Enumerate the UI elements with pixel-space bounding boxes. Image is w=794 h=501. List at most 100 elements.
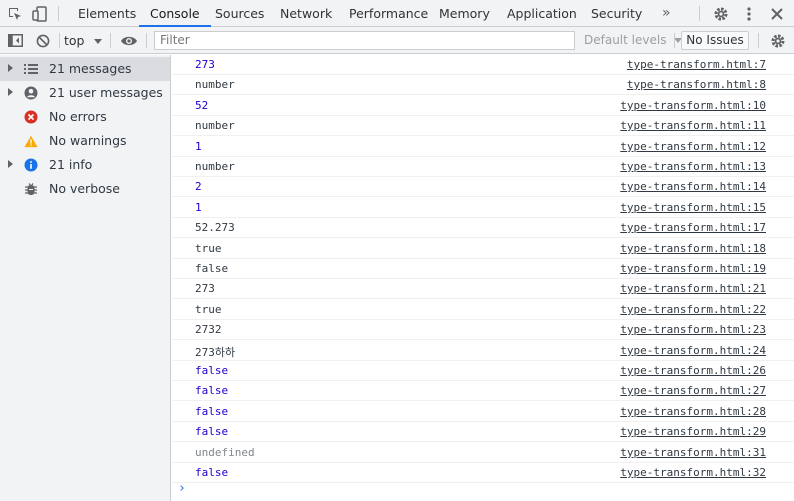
console-sidebar: 21 messages 21 user messages No errors N…	[0, 55, 171, 501]
console-message-row: 2 type-transform.html:14	[172, 177, 794, 197]
tab-sources[interactable]: Sources	[215, 0, 264, 27]
source-link[interactable]: type-transform.html:23	[620, 323, 766, 336]
console-message-row: number type-transform.html:13	[172, 157, 794, 177]
source-link[interactable]: type-transform.html:24	[620, 344, 766, 357]
source-link[interactable]: type-transform.html:17	[620, 221, 766, 234]
source-link[interactable]: type-transform.html:21	[620, 282, 766, 295]
console-message-text: number	[195, 78, 235, 91]
sidebar-item-info[interactable]: 21 info	[0, 153, 170, 177]
sidebar-item-messages[interactable]: 21 messages	[0, 57, 170, 81]
console-message-row: false type-transform.html:28	[172, 402, 794, 422]
source-link[interactable]: type-transform.html:19	[620, 262, 766, 275]
devtools-tab-bar: Elements Console Sources Network Perform…	[0, 0, 794, 27]
console-toolbar: top Filter Default levels No Issues	[0, 27, 794, 54]
warning-icon	[24, 134, 38, 148]
issues-button[interactable]: No Issues	[681, 31, 749, 50]
toolbar-divider	[146, 33, 147, 48]
source-link[interactable]: type-transform.html:12	[620, 140, 766, 153]
chevron-down-icon	[94, 39, 103, 44]
console-message-text: 1	[195, 140, 202, 153]
console-message-text: false	[195, 405, 229, 418]
source-link[interactable]: type-transform.html:14	[620, 180, 766, 193]
console-message-row: true type-transform.html:18	[172, 239, 794, 259]
source-link[interactable]: type-transform.html:8	[627, 78, 766, 91]
source-link[interactable]: type-transform.html:22	[620, 303, 766, 316]
source-link[interactable]: type-transform.html:11	[620, 119, 766, 132]
source-link[interactable]: type-transform.html:27	[620, 384, 766, 397]
toolbar-divider	[674, 33, 675, 48]
toolbar-divider	[699, 6, 700, 21]
filter-input[interactable]: Filter	[154, 31, 575, 50]
tab-application[interactable]: Application	[507, 0, 577, 27]
source-link[interactable]: type-transform.html:26	[620, 364, 766, 377]
console-message-row: number type-transform.html:11	[172, 116, 794, 136]
settings-gear-icon[interactable]	[712, 0, 730, 27]
default-levels-label: Default levels	[584, 33, 667, 47]
source-link[interactable]: type-transform.html:10	[620, 99, 766, 112]
source-link[interactable]: type-transform.html:32	[620, 466, 766, 479]
more-tabs-button[interactable]: »	[662, 0, 671, 27]
console-message-row: false type-transform.html:29	[172, 422, 794, 442]
expand-arrow-icon[interactable]	[8, 160, 13, 168]
console-message-row: 2732 type-transform.html:23	[172, 320, 794, 340]
live-expression-eye-icon[interactable]	[118, 27, 140, 54]
console-message-row: false type-transform.html:27	[172, 381, 794, 401]
expand-arrow-icon[interactable]	[8, 64, 13, 72]
tab-performance[interactable]: Performance	[349, 0, 428, 27]
sidebar-item-label: 21 messages	[49, 61, 132, 76]
info-icon	[24, 158, 38, 172]
console-message-row: 273하하 type-transform.html:24	[172, 341, 794, 361]
console-message-text: number	[195, 160, 235, 173]
console-message-text: 52	[195, 99, 209, 112]
tab-memory[interactable]: Memory	[439, 0, 490, 27]
console-message-text: false	[195, 364, 229, 377]
sidebar-item-user-messages[interactable]: 21 user messages	[0, 81, 170, 105]
source-link[interactable]: type-transform.html:31	[620, 446, 766, 459]
console-message-row: true type-transform.html:22	[172, 300, 794, 320]
console-message-row: 273 type-transform.html:7	[172, 55, 794, 75]
console-message-text: undefined	[195, 446, 255, 459]
console-message-row: 52.273 type-transform.html:17	[172, 218, 794, 238]
execution-context-select[interactable]: top	[64, 27, 103, 54]
console-message-row: undefined type-transform.html:31	[172, 443, 794, 463]
console-message-text: 1	[195, 201, 202, 214]
console-prompt[interactable]: ›	[178, 481, 186, 496]
source-link[interactable]: type-transform.html:18	[620, 242, 766, 255]
error-icon	[24, 110, 38, 124]
toolbar-divider	[58, 6, 59, 21]
tab-elements[interactable]: Elements	[78, 0, 136, 27]
console-messages: 273 type-transform.html:7 number type-trans…	[172, 55, 794, 501]
kebab-menu-icon[interactable]	[742, 0, 756, 27]
clear-console-icon[interactable]	[34, 27, 52, 54]
sidebar-item-label: 21 user messages	[49, 85, 163, 100]
console-settings-gear-icon[interactable]	[769, 27, 787, 54]
console-message-row: 273 type-transform.html:21	[172, 279, 794, 299]
default-levels-dropdown[interactable]: Default levels	[584, 27, 683, 54]
sidebar-item-warnings[interactable]: No warnings	[0, 129, 170, 153]
console-message-text: false	[195, 262, 229, 275]
close-icon[interactable]	[769, 0, 785, 27]
source-link[interactable]: type-transform.html:28	[620, 405, 766, 418]
expand-arrow-icon[interactable]	[8, 88, 13, 96]
device-toolbar-icon[interactable]	[31, 0, 49, 27]
console-message-row: false type-transform.html:19	[172, 259, 794, 279]
sidebar-toggle-icon[interactable]	[6, 27, 24, 54]
inspect-element-icon[interactable]	[6, 0, 24, 27]
source-link[interactable]: type-transform.html:7	[627, 58, 766, 71]
console-message-row: 1 type-transform.html:15	[172, 198, 794, 218]
source-link[interactable]: type-transform.html:13	[620, 160, 766, 173]
sidebar-item-label: No warnings	[49, 133, 127, 148]
tab-network[interactable]: Network	[280, 0, 332, 27]
source-link[interactable]: type-transform.html:15	[620, 201, 766, 214]
console-message-text: number	[195, 119, 235, 132]
console-message-text: 52.273	[195, 221, 235, 234]
console-message-text: 2	[195, 180, 202, 193]
sidebar-item-errors[interactable]: No errors	[0, 105, 170, 129]
tab-console[interactable]: Console	[139, 0, 211, 27]
source-link[interactable]: type-transform.html:29	[620, 425, 766, 438]
console-message-row: number type-transform.html:8	[172, 75, 794, 95]
tab-security[interactable]: Security	[591, 0, 642, 27]
verbose-bug-icon	[24, 182, 38, 196]
sidebar-item-verbose[interactable]: No verbose	[0, 177, 170, 201]
console-message-row: false type-transform.html:32	[172, 463, 794, 483]
